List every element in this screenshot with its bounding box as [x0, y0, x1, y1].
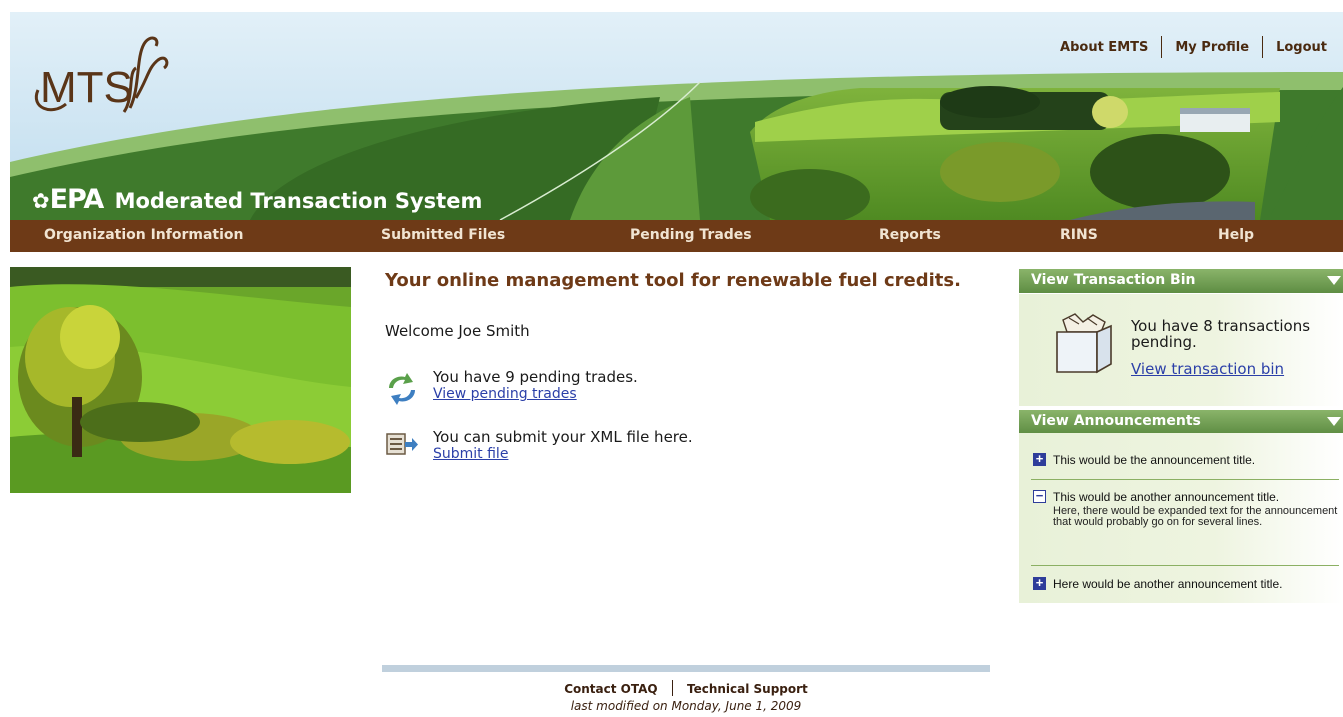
collapse-minus-icon[interactable]: − — [1033, 489, 1046, 503]
transaction-bin-box-icon — [1056, 313, 1112, 374]
divider — [1161, 36, 1163, 58]
nav-submitted-files[interactable]: Submitted Files — [381, 227, 505, 243]
system-title: ✿EPA Moderated Transaction System — [32, 184, 482, 215]
expand-plus-icon[interactable]: + — [1033, 452, 1046, 466]
announcements-header[interactable]: View Announcements — [1019, 410, 1343, 434]
technical-support-link[interactable]: Technical Support — [687, 682, 808, 696]
pending-trades-text: You have 9 pending trades. — [433, 368, 638, 386]
divider — [1031, 479, 1339, 480]
view-transaction-bin-link[interactable]: View transaction bin — [1131, 360, 1284, 378]
divider — [1262, 36, 1264, 58]
nav-pending-trades[interactable]: Pending Trades — [630, 227, 752, 243]
announcement-title[interactable]: Here would be another announcement title… — [1053, 577, 1282, 591]
expand-plus-icon[interactable]: + — [1033, 576, 1046, 590]
mts-logo-icon: MTS — [34, 36, 169, 113]
contact-otaq-link[interactable]: Contact OTAQ — [564, 682, 657, 696]
refresh-arrows-icon — [389, 373, 415, 405]
nav-rins[interactable]: RINS — [1060, 227, 1098, 243]
view-pending-trades-link[interactable]: View pending trades — [433, 386, 577, 402]
announcements-title: View Announcements — [1031, 413, 1201, 429]
top-utility-links: About EMTS My Profile Logout — [1060, 36, 1327, 58]
announcement-body: Here, there would be expanded text for t… — [1053, 505, 1338, 528]
main-nav: Organization Information Submitted Files… — [10, 220, 1343, 252]
side-landscape-photo — [10, 267, 351, 493]
svg-text:MTS: MTS — [40, 63, 133, 112]
announcement-title[interactable]: This would be another announcement title… — [1053, 490, 1279, 504]
transaction-bin-header[interactable]: View Transaction Bin — [1019, 269, 1343, 293]
meadow-photo-image — [10, 267, 351, 493]
my-profile-link[interactable]: My Profile — [1175, 40, 1249, 55]
welcome-message: Welcome Joe Smith — [385, 322, 530, 340]
page-headline: Your online management tool for renewabl… — [385, 270, 961, 291]
submit-file-link[interactable]: Submit file — [433, 446, 508, 462]
divider — [671, 680, 673, 696]
footer-links: Contact OTAQ Technical Support — [382, 680, 990, 696]
submit-file-icon — [386, 433, 418, 455]
epa-wordmark: EPA — [49, 184, 105, 215]
logout-link[interactable]: Logout — [1276, 40, 1327, 55]
mts-logo[interactable]: MTS — [32, 28, 172, 122]
transaction-bin-title: View Transaction Bin — [1031, 272, 1196, 288]
nav-organization-information[interactable]: Organization Information — [44, 227, 244, 243]
divider — [1031, 565, 1339, 566]
nav-help[interactable]: Help — [1218, 227, 1254, 243]
announcement-title[interactable]: This would be the announcement title. — [1053, 453, 1255, 467]
submit-file-text: You can submit your XML file here. — [433, 428, 693, 446]
transaction-bin-panel: You have 8 transactions pending. View tr… — [1019, 294, 1343, 406]
footer-rule — [382, 665, 990, 672]
last-modified-text: last modified on Monday, June 1, 2009 — [570, 699, 802, 713]
collapse-triangle-icon[interactable] — [1327, 417, 1341, 426]
header-banner: MTS ✿EPA Moderated Transaction System Ab… — [10, 12, 1343, 220]
system-name: Moderated Transaction System — [114, 189, 483, 213]
epa-flower-icon: ✿ — [32, 189, 50, 213]
transactions-pending-text: You have 8 transactions pending. — [1131, 317, 1311, 351]
nav-reports[interactable]: Reports — [879, 227, 941, 243]
collapse-triangle-icon[interactable] — [1327, 276, 1341, 285]
about-emts-link[interactable]: About EMTS — [1060, 40, 1148, 55]
main-content: Your online management tool for renewabl… — [385, 270, 1005, 462]
